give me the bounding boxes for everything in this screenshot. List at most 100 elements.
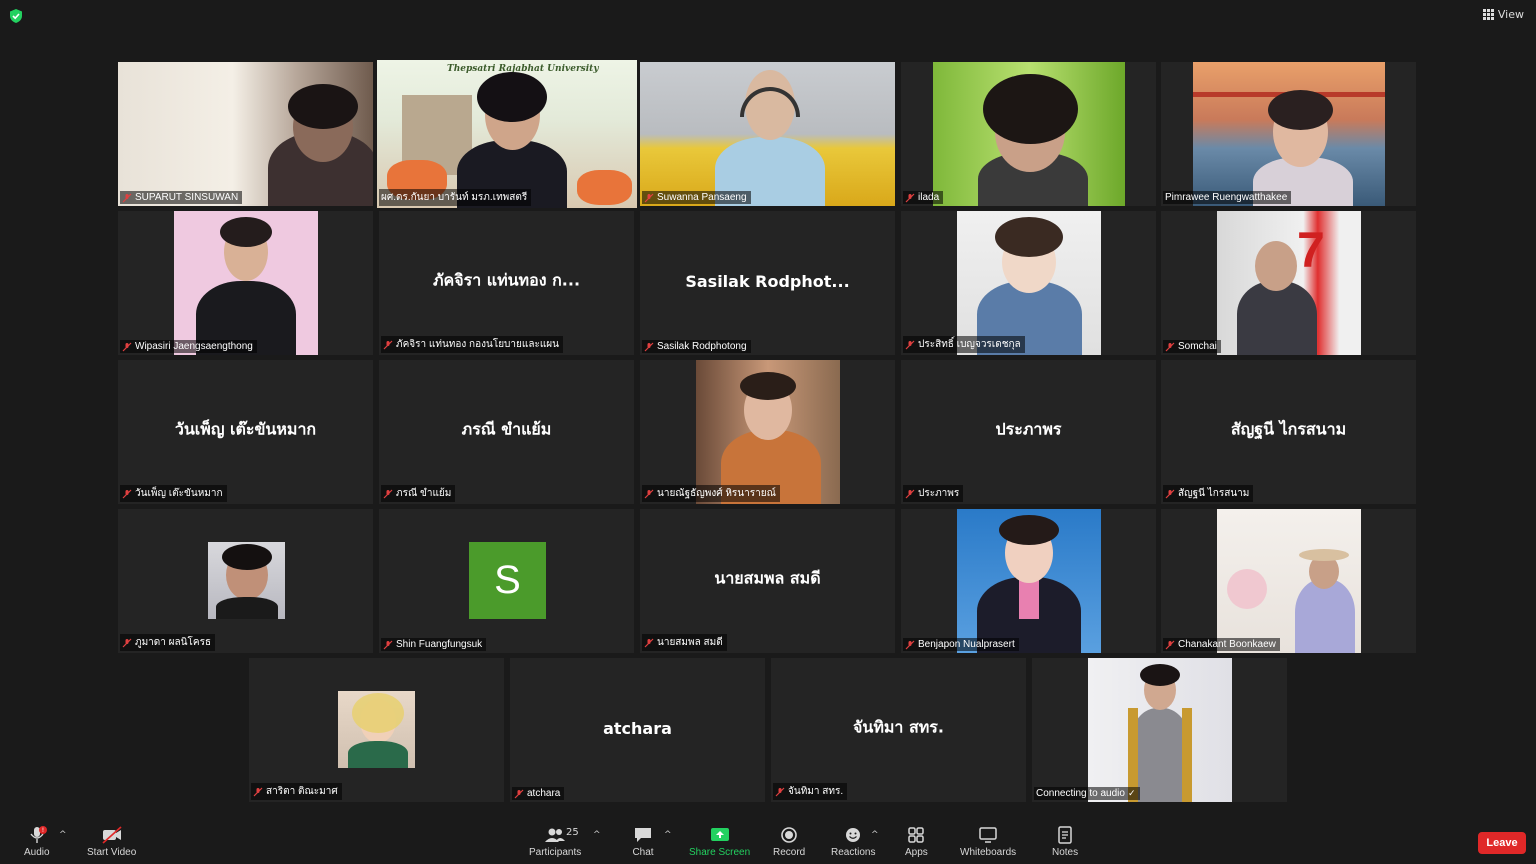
smiley-icon [846, 828, 861, 842]
participant-tile[interactable]: ประสิทธิ์ เบญจวรเดชกุล [901, 211, 1156, 355]
participant-tile[interactable]: ilada [901, 62, 1156, 206]
participants-count: 25 [566, 827, 579, 838]
muted-mic-icon [905, 489, 915, 498]
participant-nameplate: ภูมาดา ผลนิโครธ [120, 634, 216, 651]
participant-tile[interactable]: ภรณี ขำแย้ม ภรณี ขำแย้ม [379, 360, 634, 504]
participant-nameplate: Chanakant Boonkaew [1163, 638, 1280, 651]
participant-nameplate: ilada [903, 191, 944, 204]
share-screen-button[interactable]: Share Screen [689, 826, 750, 858]
participant-display-name: จันทิมา สทร. [853, 717, 944, 737]
muted-mic-icon [383, 489, 393, 498]
participant-video: Thepsatri Rajabhat University [377, 60, 637, 208]
participant-tile[interactable]: สัญฐนี ไกรสนาม สัญฐนี ไกรสนาม [1161, 360, 1416, 504]
participant-tile[interactable]: Pimrawee Ruengwatthakee [1161, 62, 1416, 206]
participant-tile[interactable]: SUPARUT SINSUWAN [118, 62, 373, 206]
participant-video [1193, 62, 1385, 206]
whiteboard-icon [979, 827, 997, 843]
participant-tile[interactable]: Chanakant Boonkaew [1161, 509, 1416, 653]
participants-options-caret[interactable]: ^ [593, 830, 601, 840]
audio-warning-badge: ! [39, 826, 47, 834]
participant-nameplate: Connecting to audio ✓ [1034, 787, 1140, 800]
participant-nameplate: Wipasiri Jaengsaengthong [120, 340, 257, 353]
participant-nameplate: Benjapon Nualprasert [903, 638, 1019, 651]
grid-view-icon [1482, 9, 1494, 20]
participant-tile[interactable]: ภัคจิรา แท่นทอง ก... ภัคจิรา แท่นทอง กอง… [379, 211, 634, 355]
participant-video [174, 211, 318, 355]
participant-nameplate: Pimrawee Ruengwatthakee [1163, 191, 1292, 204]
participant-tile[interactable]: ภูมาดา ผลนิโครธ [118, 509, 373, 653]
start-video-button[interactable]: Start Video [87, 826, 136, 858]
check-icon: ✓ [1127, 788, 1136, 798]
audio-options-caret[interactable]: ^ [59, 830, 67, 840]
muted-mic-icon [775, 787, 785, 796]
record-icon [781, 827, 797, 843]
muted-mic-icon [122, 342, 132, 351]
participant-tile[interactable]: Suwanna Pansaeng [640, 62, 895, 206]
participant-display-name: สัญฐนี ไกรสนาม [1230, 419, 1347, 439]
participant-tile[interactable]: atchara atchara [510, 658, 765, 802]
muted-mic-icon [905, 193, 915, 202]
participant-display-name: ภรณี ขำแย้ม [461, 419, 552, 439]
participant-nameplate: จันทิมา สทร. [773, 783, 848, 800]
participant-nameplate: ภัคจิรา แท่นทอง กองนโยบายและแผน [381, 336, 563, 353]
participant-display-name: atchara [603, 718, 672, 738]
muted-mic-icon [644, 342, 654, 351]
reactions-options-caret[interactable]: ^ [871, 830, 879, 840]
participant-display-name: นายสมพล สมดี [714, 568, 821, 588]
participant-nameplate: ภรณี ขำแย้ม [381, 485, 456, 502]
participant-tile[interactable]: Benjapon Nualprasert [901, 509, 1156, 653]
participant-tile[interactable]: วันเพ็ญ เต๊ะขันหมาก วันเพ็ญ เต๊ะขันหมาก [118, 360, 373, 504]
reactions-button[interactable]: Reactions [831, 826, 875, 858]
participants-icon [545, 828, 566, 842]
participant-display-name: Sasilak Rodphot... [685, 271, 850, 291]
participant-display-name: ประภาพร [995, 419, 1062, 439]
participant-tile[interactable]: Wipasiri Jaengsaengthong [118, 211, 373, 355]
muted-mic-icon [122, 193, 132, 202]
muted-mic-icon [514, 789, 524, 798]
participant-tile[interactable]: นายณัฐธัญพงศ์ หิรนารายณ์ [640, 360, 895, 504]
muted-mic-icon [1165, 342, 1175, 351]
muted-mic-icon [122, 489, 132, 498]
leave-button[interactable]: Leave [1478, 832, 1526, 854]
participant-tile[interactable]: S Shin Fuangfungsuk [379, 509, 634, 653]
notes-button[interactable]: Notes [1052, 826, 1078, 858]
participant-video [118, 62, 373, 206]
chat-button[interactable]: Chat [632, 826, 654, 858]
meeting-toolbar [0, 814, 1536, 864]
participant-tile[interactable]: สาริตา ติณะมาศ [249, 658, 504, 802]
participant-tile[interactable]: Sasilak Rodphot... Sasilak Rodphotong [640, 211, 895, 355]
muted-mic-icon [1165, 640, 1175, 649]
participant-nameplate: Shin Fuangfungsuk [381, 638, 487, 651]
participant-nameplate: Sasilak Rodphotong [642, 340, 751, 353]
video-off-icon [102, 826, 122, 844]
security-shield-icon[interactable] [9, 9, 23, 23]
muted-mic-icon [644, 193, 654, 202]
chat-options-caret[interactable]: ^ [664, 830, 672, 840]
participant-tile[interactable]: จันทิมา สทร. จันทิมา สทร. [771, 658, 1026, 802]
participant-tile-active-speaker[interactable]: Thepsatri Rajabhat University ผศ.ดร.กันย… [377, 60, 637, 208]
participant-nameplate: ประสิทธิ์ เบญจวรเดชกุล [903, 336, 1025, 353]
participant-display-name: ภัคจิรา แท่นทอง ก... [432, 270, 581, 290]
participant-nameplate: สัญฐนี ไกรสนาม [1163, 485, 1254, 502]
participant-nameplate: นายณัฐธัญพงศ์ หิรนารายณ์ [642, 485, 780, 502]
participant-video [933, 62, 1125, 206]
participant-tile[interactable]: 7 Somchai [1161, 211, 1416, 355]
participant-nameplate: ผศ.ดร.กันยา บารันท์ มรภ.เทพสตรี [379, 189, 532, 206]
record-button[interactable]: Record [773, 826, 805, 858]
view-button[interactable]: View [1482, 8, 1524, 21]
apps-button[interactable]: Apps [905, 826, 928, 858]
participant-video [640, 62, 895, 206]
participant-video [1217, 509, 1361, 653]
muted-mic-icon [253, 787, 263, 796]
participant-initial-avatar: S [469, 542, 546, 619]
muted-mic-icon [383, 640, 393, 649]
whiteboards-button[interactable]: Whiteboards [960, 826, 1016, 858]
share-screen-icon [710, 828, 729, 841]
participant-nameplate: SUPARUT SINSUWAN [120, 191, 243, 204]
participant-avatar [338, 691, 415, 768]
participant-video [957, 211, 1101, 355]
participant-tile[interactable]: Connecting to audio ✓ [1032, 658, 1287, 802]
participant-tile[interactable]: นายสมพล สมดี นายสมพล สมดี [640, 509, 895, 653]
muted-mic-icon [644, 489, 654, 498]
participant-tile[interactable]: ประภาพร ประภาพร [901, 360, 1156, 504]
